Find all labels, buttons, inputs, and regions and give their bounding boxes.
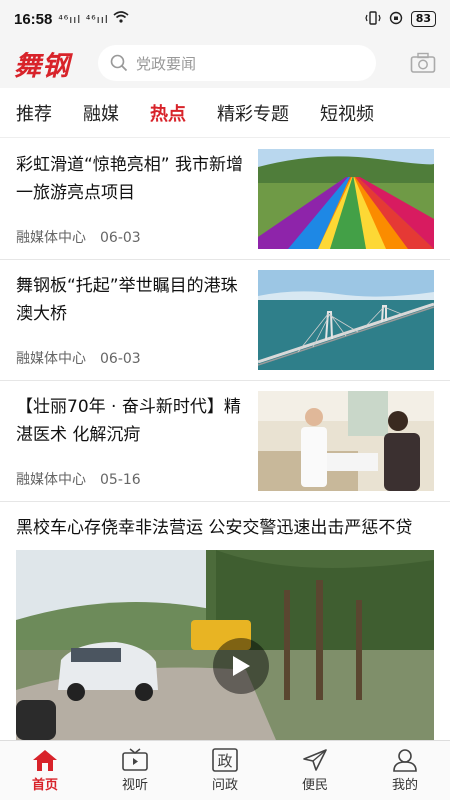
bottom-navigation: 首页 视听 政 问政 便民 我的 <box>0 740 450 800</box>
nav-media[interactable]: 视听 <box>90 741 180 800</box>
tab-recommend[interactable]: 推荐 <box>16 100 52 126</box>
status-bar: 16:58 ⁴⁶ııl ⁴⁶ııl 83 <box>0 0 450 38</box>
signal-icon: ⁴⁶ııl ⁴⁶ııl <box>58 12 109 26</box>
nav-services[interactable]: 便民 <box>270 741 360 800</box>
news-thumbnail-doctor <box>258 391 434 491</box>
tab-hot[interactable]: 热点 <box>150 100 186 126</box>
tab-media[interactable]: 融媒 <box>83 100 119 126</box>
search-bar[interactable]: 党政要闻 <box>98 45 376 81</box>
svg-text:政: 政 <box>217 752 232 770</box>
news-date: 06-03 <box>100 230 141 246</box>
news-source: 融媒体中心 <box>16 351 86 367</box>
news-date: 05-16 <box>100 472 141 488</box>
nav-media-label: 视听 <box>121 778 148 793</box>
user-icon <box>393 749 417 772</box>
vibrate-icon <box>365 10 381 28</box>
news-date: 06-03 <box>100 351 141 367</box>
news-meta: 融媒体中心 06-03 <box>16 348 141 368</box>
tv-icon <box>122 748 148 771</box>
video-title[interactable]: 黑校车心存侥幸非法营运 公安交警迅速出击严惩不贷 <box>16 513 412 538</box>
news-title: 舞钢板“托起”举世瞩目的港珠澳大桥 <box>16 276 238 324</box>
news-title: 【壮丽70年 · 奋斗新时代】精湛医术 化解沉疴 <box>16 397 241 445</box>
battery-indicator: 83 <box>410 11 436 27</box>
nav-profile-label: 我的 <box>391 778 418 793</box>
alarm-icon <box>389 11 403 28</box>
wifi-icon <box>113 11 129 27</box>
news-source: 融媒体中心 <box>16 472 86 488</box>
nav-inquiry-label: 问政 <box>211 778 238 793</box>
news-item[interactable]: 【壮丽70年 · 奋斗新时代】精湛医术 化解沉疴 融媒体中心 05-16 <box>0 381 450 502</box>
news-thumbnail-bridge <box>258 270 434 370</box>
news-item[interactable]: 舞钢板“托起”举世瞩目的港珠澳大桥 融媒体中心 06-03 <box>0 260 450 381</box>
nav-profile[interactable]: 我的 <box>360 741 450 800</box>
home-icon <box>33 750 57 771</box>
news-meta: 融媒体中心 06-03 <box>16 227 141 247</box>
news-source: 融媒体中心 <box>16 230 86 246</box>
app-header: 舞钢 党政要闻 <box>0 38 450 88</box>
tab-short-video[interactable]: 短视频 <box>320 100 374 126</box>
camera-icon[interactable] <box>410 52 436 74</box>
nav-home-label: 首页 <box>31 778 58 793</box>
category-tabs: 推荐 融媒 热点 精彩专题 短视频 <box>0 88 450 138</box>
video-player[interactable] <box>16 550 434 740</box>
play-button[interactable] <box>213 638 269 694</box>
send-icon <box>303 749 327 771</box>
zheng-icon: 政 <box>212 748 238 772</box>
nav-services-label: 便民 <box>301 778 328 793</box>
nav-home[interactable]: 首页 <box>0 741 90 800</box>
news-item[interactable]: 彩虹滑道“惊艳亮相” 我市新增一旅游亮点项目 融媒体中心 06-03 <box>0 139 450 260</box>
search-placeholder: 党政要闻 <box>136 54 197 73</box>
tab-special-topics[interactable]: 精彩专题 <box>217 100 289 126</box>
search-icon <box>110 54 128 72</box>
app-logo[interactable]: 舞钢 <box>14 44 94 83</box>
news-title: 彩虹滑道“惊艳亮相” 我市新增一旅游亮点项目 <box>16 155 244 203</box>
news-meta: 融媒体中心 05-16 <box>16 469 141 489</box>
news-thumbnail-rainbow-slide <box>258 149 434 249</box>
play-icon <box>233 656 250 676</box>
status-time: 16:58 <box>14 10 53 28</box>
nav-inquiry[interactable]: 政 问政 <box>180 741 270 800</box>
